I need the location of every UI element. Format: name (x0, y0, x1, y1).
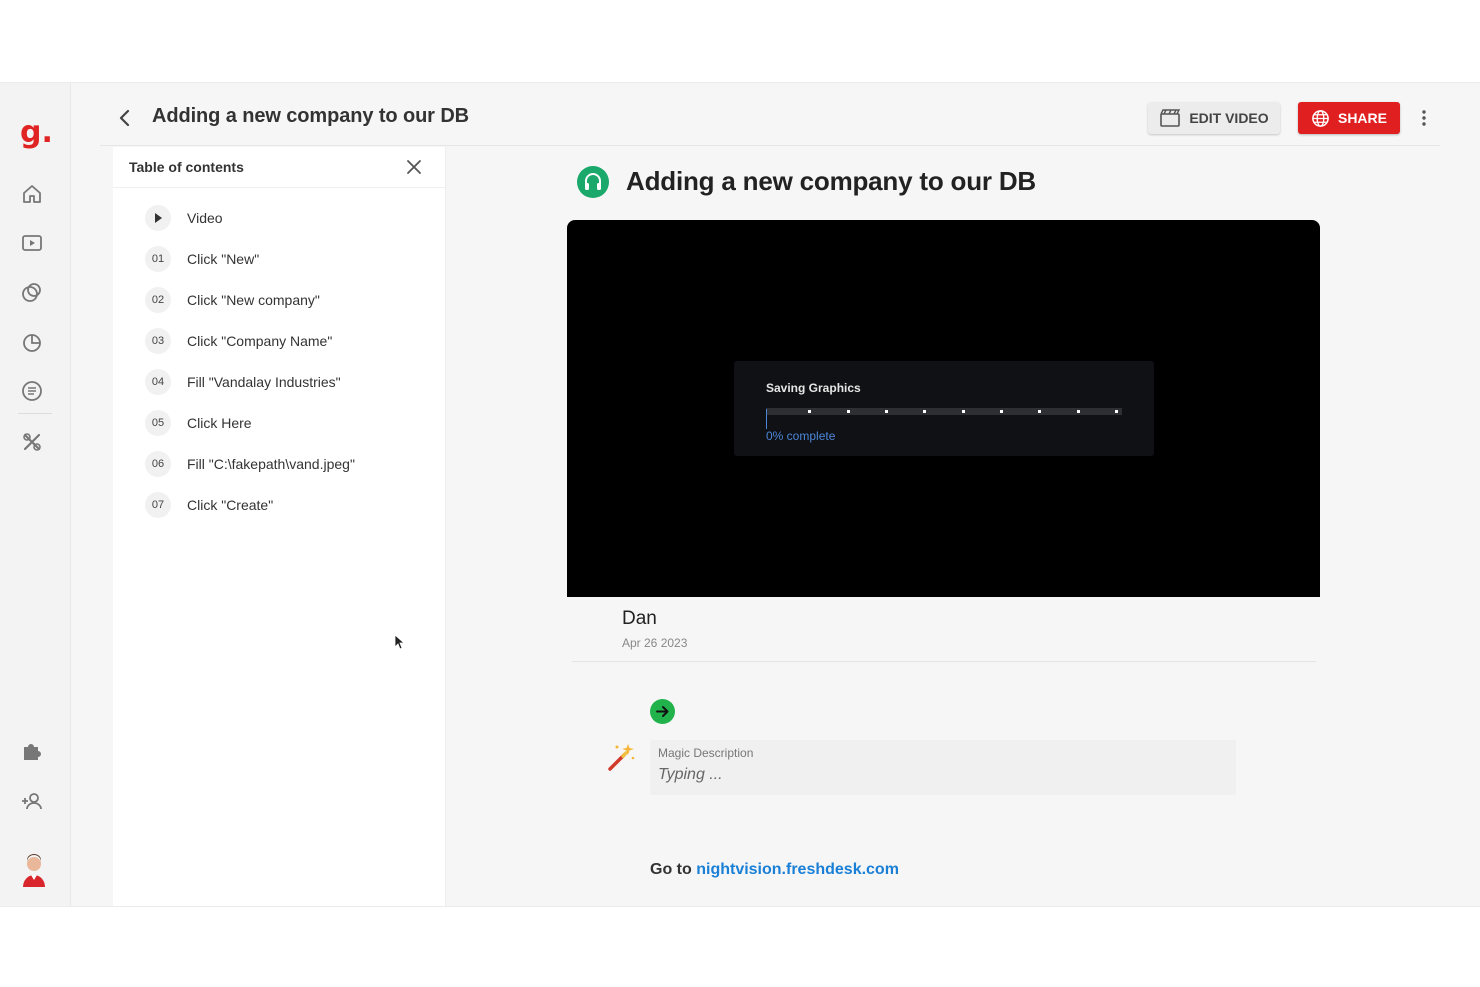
globe-icon (1312, 109, 1329, 127)
magic-description-input[interactable] (658, 764, 1218, 786)
left-rail: g. (0, 83, 71, 906)
step-number: 03 (145, 328, 171, 354)
mouse-cursor-icon (394, 634, 406, 650)
video-title: Adding a new company to our DB (626, 166, 1037, 196)
toc-title: Table of contents (129, 159, 244, 175)
step-number: 04 (145, 369, 171, 395)
goto-line: Go to nightvision.freshdesk.com (650, 861, 899, 879)
avatar[interactable] (20, 853, 48, 887)
back-button[interactable] (114, 107, 136, 129)
home-icon[interactable] (19, 181, 45, 207)
divider (572, 661, 1316, 662)
saving-title: Saving Graphics (766, 381, 861, 395)
chevron-left-icon (119, 109, 130, 127)
step-number: 06 (145, 451, 171, 477)
toc-header: Table of contents (113, 147, 445, 188)
toc-item[interactable]: 04 Fill "Vandalay Industries" (113, 363, 445, 401)
author-name: Dan (622, 608, 657, 629)
toc-item-label: Fill "C:\fakepath\vand.jpeg" (187, 456, 355, 472)
share-label: SHARE (1337, 110, 1387, 126)
magic-wand-icon (606, 742, 636, 772)
more-options-icon[interactable] (1416, 107, 1432, 129)
toc-item-label: Click "New" (187, 251, 260, 267)
magic-description-label: Magic Description (658, 746, 754, 760)
goto-prefix: Go to (650, 861, 692, 878)
step-number: 07 (145, 492, 171, 518)
table-of-contents: Table of contents Video 01 Click "New" 0… (113, 147, 446, 906)
progress-bar (766, 408, 1122, 415)
toc-item-label: Click "Create" (187, 497, 274, 513)
progress-tick (808, 410, 811, 413)
rail-divider (18, 413, 52, 414)
progress-tick (847, 410, 850, 413)
toc-item[interactable]: 07 Click "Create" (113, 486, 445, 524)
step-number: 01 (145, 246, 171, 272)
toc-item-label: Video (187, 210, 223, 226)
add-user-icon[interactable] (19, 788, 45, 814)
toc-item[interactable]: 01 Click "New" (113, 240, 445, 278)
progress-tick (962, 410, 965, 413)
progress-tick (1077, 410, 1080, 413)
toc-item[interactable]: 03 Click "Company Name" (113, 322, 445, 360)
magic-description-field[interactable]: Magic Description (650, 740, 1236, 795)
headphones-icon (577, 166, 609, 198)
progress-tick (1000, 410, 1003, 413)
shapes-icon[interactable] (19, 280, 45, 306)
progress-tick (885, 410, 888, 413)
edit-video-label: EDIT VIDEO (1189, 110, 1269, 126)
toc-item-video[interactable]: Video (113, 199, 445, 237)
step-number: 05 (145, 410, 171, 436)
freshdesk-link[interactable]: nightvision.freshdesk.com (696, 861, 899, 878)
toc-item-label: Click "Company Name" (187, 333, 333, 349)
progress-tick (1038, 410, 1041, 413)
toc-item[interactable]: 06 Fill "C:\fakepath\vand.jpeg" (113, 445, 445, 483)
toc-item-label: Click Here (187, 415, 252, 431)
page-title: Adding a new company to our DB (152, 105, 470, 127)
page-header: Adding a new company to our DB EDIT VIDE… (100, 83, 1440, 146)
edit-video-button[interactable]: EDIT VIDEO (1148, 102, 1280, 134)
play-icon (145, 205, 171, 231)
list-icon[interactable] (19, 378, 45, 404)
share-button[interactable]: SHARE (1298, 102, 1400, 134)
toc-item[interactable]: 05 Click Here (113, 404, 445, 442)
toc-item-label: Click "New company" (187, 292, 320, 308)
step-number: 02 (145, 287, 171, 313)
progress-caret (766, 409, 767, 429)
puzzle-icon[interactable] (19, 738, 45, 764)
clapperboard-icon (1160, 109, 1181, 127)
arrow-right-icon[interactable] (650, 699, 675, 724)
toc-item-label: Fill "Vandalay Industries" (187, 374, 341, 390)
toc-item[interactable]: 02 Click "New company" (113, 281, 445, 319)
progress-label: 0% complete (766, 429, 836, 443)
progress-tick (923, 410, 926, 413)
video-library-icon[interactable] (19, 230, 45, 256)
publish-date: Apr 26 2023 (622, 636, 688, 650)
app-logo[interactable]: g. (20, 118, 53, 151)
progress-tick (1115, 410, 1118, 413)
tools-icon[interactable] (19, 429, 45, 455)
saving-graphics-dialog: Saving Graphics 0% complete (734, 361, 1154, 456)
close-icon[interactable] (405, 158, 423, 176)
pie-chart-icon[interactable] (19, 329, 45, 355)
video-player[interactable]: Saving Graphics 0% complete (567, 220, 1320, 597)
